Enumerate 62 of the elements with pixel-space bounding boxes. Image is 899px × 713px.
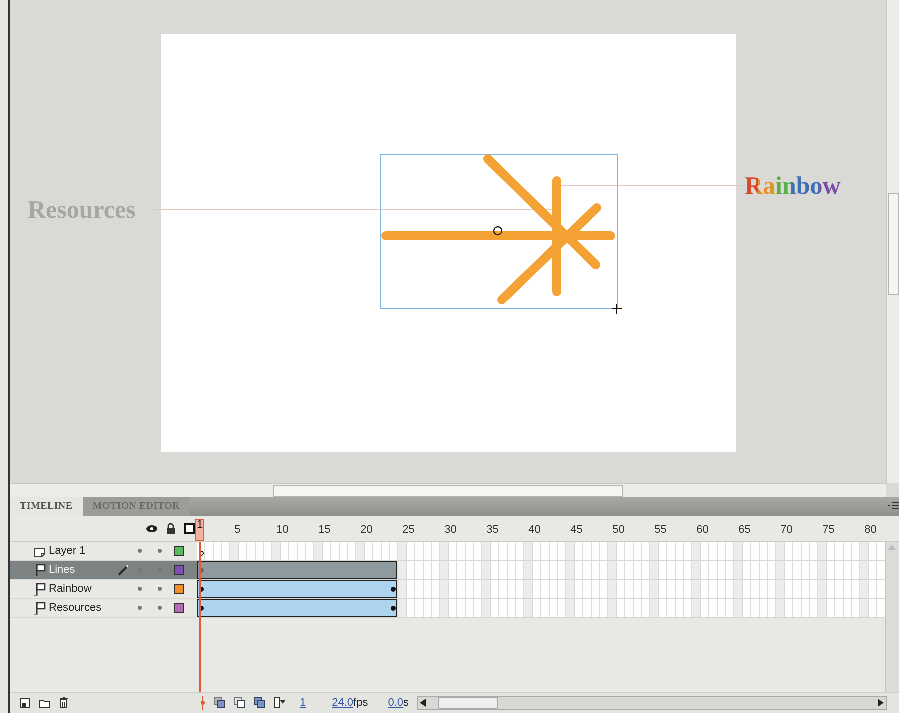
playhead-marker[interactable]: 1 xyxy=(195,519,204,541)
layer-flag-icon xyxy=(34,564,46,576)
frame-number: 50 xyxy=(612,523,625,538)
eye-icon[interactable] xyxy=(146,524,158,534)
outline-square-icon[interactable] xyxy=(184,523,195,534)
layer-row[interactable]: Lines xyxy=(10,561,885,580)
scroll-thumb[interactable] xyxy=(273,485,623,497)
elapsed-time-link[interactable]: 0.0 xyxy=(388,694,404,712)
visibility-dot[interactable] xyxy=(138,587,142,591)
layer-name[interactable]: Rainbow xyxy=(49,580,109,598)
frame-number: 30 xyxy=(444,523,457,538)
layer-row[interactable]: Rainbow xyxy=(10,580,885,599)
lock-dot[interactable] xyxy=(158,606,162,610)
scroll-thumb[interactable] xyxy=(438,697,498,709)
lock-dot[interactable] xyxy=(158,549,162,553)
lock-dot[interactable] xyxy=(158,587,162,591)
frame-number: 20 xyxy=(360,523,373,538)
frame-number: 55 xyxy=(654,523,667,538)
layer-row[interactable]: Layer 1 xyxy=(10,542,885,561)
frame-number: 45 xyxy=(570,523,583,538)
layer-flag-icon xyxy=(34,602,46,614)
frame-number: 80 xyxy=(864,523,877,538)
frame-number: 75 xyxy=(822,523,835,538)
visibility-dot[interactable] xyxy=(138,549,142,553)
frame-number: 10 xyxy=(276,523,289,538)
scroll-right-icon[interactable] xyxy=(876,698,886,708)
visibility-dot[interactable] xyxy=(138,606,142,610)
frame-number: 60 xyxy=(696,523,709,538)
frame-number: 70 xyxy=(780,523,793,538)
folder-icon[interactable] xyxy=(39,698,51,708)
layer-name[interactable]: Layer 1 xyxy=(49,542,109,560)
scroll-thumb[interactable] xyxy=(888,193,899,295)
frame-rate-link[interactable]: 24.0 xyxy=(332,694,354,712)
new-layer-icon[interactable] xyxy=(20,698,31,708)
onion-skin-icon[interactable] xyxy=(214,697,226,709)
frame-number: 65 xyxy=(738,523,751,538)
frame-number: 35 xyxy=(486,523,499,538)
edit-frames-icon[interactable] xyxy=(254,697,266,709)
layer-flag-icon xyxy=(34,582,46,596)
lock-icon[interactable] xyxy=(166,523,176,534)
layer-color-swatch[interactable] xyxy=(174,565,184,575)
layer-name[interactable]: Lines xyxy=(49,562,109,578)
panel-tab[interactable]: TIMELINE xyxy=(10,497,83,516)
layer-color-swatch[interactable] xyxy=(174,584,184,594)
onion-markers-icon[interactable] xyxy=(274,697,286,709)
layer-color-swatch[interactable] xyxy=(174,546,184,556)
onion-outline-icon[interactable] xyxy=(234,697,246,709)
frame-number: 5 xyxy=(234,523,241,538)
layer-name[interactable]: Resources xyxy=(49,600,109,616)
frame-rate-unit: fps xyxy=(354,696,368,711)
layer-row[interactable]: Resources xyxy=(10,599,885,618)
frame-number: 25 xyxy=(402,523,415,538)
frame-number: 15 xyxy=(318,523,331,538)
center-frame-icon[interactable] xyxy=(200,696,206,710)
registration-point-icon xyxy=(493,226,503,236)
layer-color-swatch[interactable] xyxy=(174,603,184,613)
elapsed-time-unit: s xyxy=(404,696,410,711)
crosshair-cursor-icon xyxy=(612,304,622,314)
frame-number: 40 xyxy=(528,523,541,538)
current-frame-link[interactable]: 1 xyxy=(300,694,306,712)
trash-icon[interactable] xyxy=(59,697,69,709)
scroll-left-icon[interactable] xyxy=(418,698,428,708)
